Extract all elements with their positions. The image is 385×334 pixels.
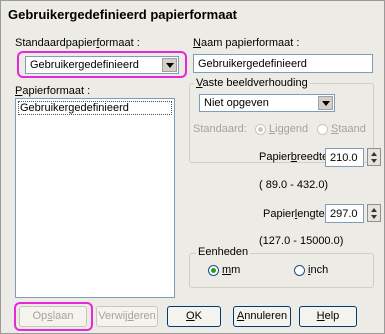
paper-size-name-field[interactable]: Gebruikergedefinieerd	[193, 54, 373, 73]
orientation-label: Standaard:	[193, 123, 247, 135]
cancel-button[interactable]: Annuleren	[233, 306, 291, 327]
aspect-ratio-value: Niet opgeven	[204, 97, 269, 109]
units-label: Eenheden	[196, 246, 251, 258]
highlight-save-button	[14, 302, 93, 331]
paper-width-spinner[interactable]	[367, 148, 381, 166]
paper-height-field[interactable]: 297.0	[325, 204, 364, 223]
unit-mm-radio[interactable]	[208, 265, 219, 276]
paper-size-name-label: Naam papierformaat :	[193, 37, 300, 49]
unit-inch-radio[interactable]	[294, 265, 305, 276]
paper-width-value: 210.0	[330, 152, 358, 164]
paper-height-value: 297.0	[330, 208, 358, 220]
paper-size-name-value: Gebruikergedefinieerd	[198, 58, 307, 70]
paper-width-range: ( 89.0 - 432.0)	[259, 179, 329, 191]
paper-height-spinner[interactable]	[367, 204, 381, 222]
highlight-standard-paper-size	[17, 51, 187, 78]
paper-height-range: (127.0 - 15000.0)	[259, 235, 344, 247]
custom-paper-size-dialog: Gebruikergedefinieerd papierformaat Stan…	[0, 0, 385, 334]
paper-size-list-label: Papierformaat :	[15, 85, 91, 97]
landscape-label: Staand	[331, 123, 366, 135]
unit-mm-label: mm	[222, 264, 241, 276]
aspect-ratio-label: Vaste beeldverhouding	[194, 77, 310, 89]
paper-width-label: Papierbreedte :	[259, 151, 335, 163]
help-button[interactable]: Help	[299, 306, 357, 327]
standard-paper-size-label: Standaardpapierformaat :	[15, 37, 140, 49]
list-item[interactable]: Gebruikergedefinieerd	[20, 102, 129, 114]
portrait-label: Liggend	[269, 123, 309, 135]
ok-button[interactable]: OK	[167, 306, 221, 327]
paper-height-label: Papierlengte :	[263, 208, 331, 220]
title-bar: Gebruikergedefinieerd papierformaat	[1, 1, 384, 27]
aspect-ratio-select[interactable]: Niet opgeven	[199, 94, 335, 112]
paper-width-field[interactable]: 210.0	[325, 148, 364, 167]
unit-inch-label: inch	[308, 264, 329, 276]
paper-size-list[interactable]: Gebruikergedefinieerd	[15, 98, 175, 298]
dialog-title: Gebruikergedefinieerd papierformaat	[8, 7, 238, 22]
delete-button[interactable]: Verwijderen	[96, 306, 158, 327]
portrait-radio[interactable]	[255, 124, 266, 135]
landscape-radio[interactable]	[317, 124, 328, 135]
chevron-down-icon[interactable]	[318, 96, 333, 110]
